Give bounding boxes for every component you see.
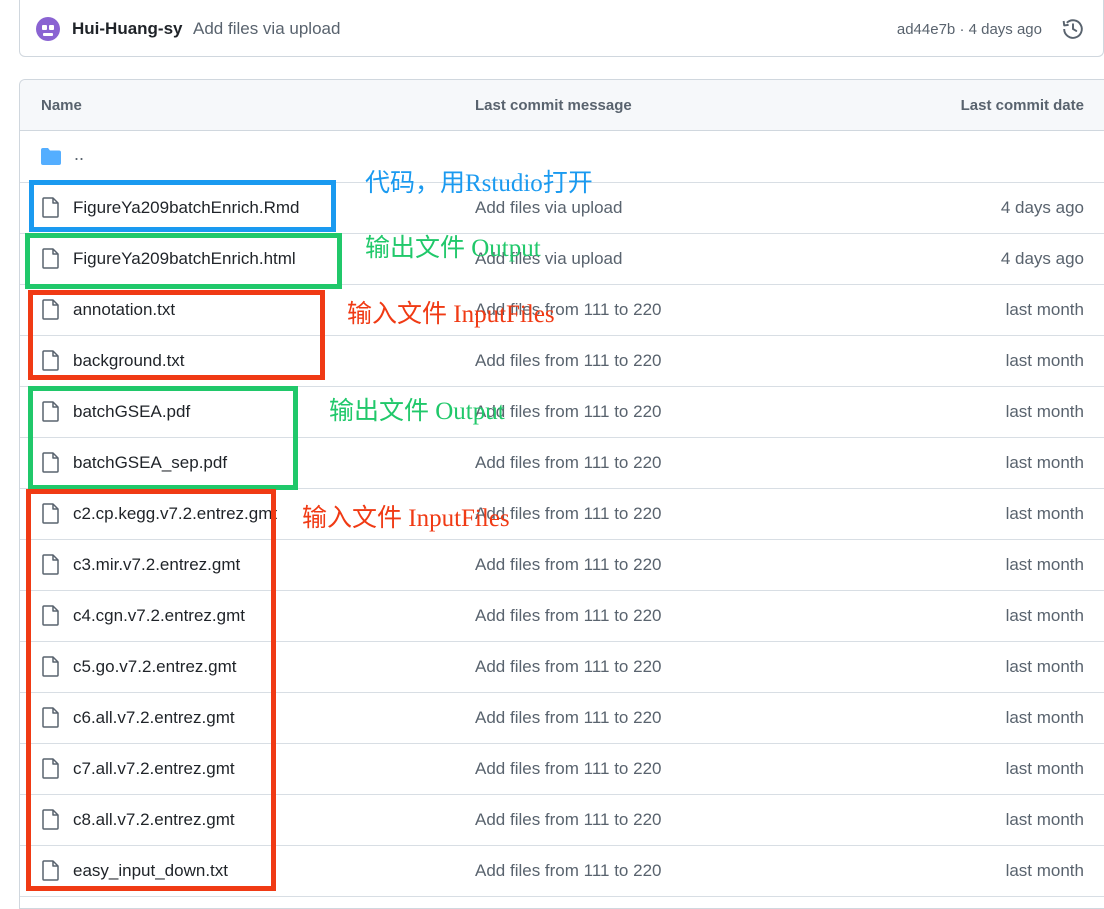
commit-date: last month — [1005, 861, 1084, 880]
commit-message-link[interactable]: Add files from 111 to 220 — [475, 555, 661, 575]
commit-date: last month — [1005, 810, 1084, 829]
commit-message-link[interactable]: Add files from 111 to 220 — [475, 657, 661, 677]
author-avatar[interactable] — [36, 17, 60, 41]
history-icon[interactable] — [1062, 18, 1084, 40]
column-header-name: Name — [41, 97, 82, 114]
commit-date: last month — [1005, 606, 1084, 625]
input-highlight-box-2 — [26, 489, 276, 891]
commit-date: 4 days ago — [1000, 249, 1084, 268]
commit-date: last month — [1005, 453, 1084, 472]
column-header-commit-date: Last commit date — [960, 97, 1084, 114]
commit-message-link[interactable]: Add files from 111 to 220 — [475, 759, 661, 779]
commit-message-link[interactable]: Add files via upload — [193, 19, 340, 39]
latest-commit-bar: Hui-Huang-sy Add files via upload ad44e7… — [19, 0, 1104, 57]
code-annotation: 代码，用Rstudio打开 — [365, 170, 593, 197]
input-annotation-2: 输入文件 InputFiles — [302, 505, 510, 532]
commit-author-link[interactable]: Hui-Huang-sy — [72, 19, 183, 39]
commit-message-link[interactable]: Add files from 111 to 220 — [475, 708, 661, 728]
table-header: Name Last commit message Last commit dat… — [20, 80, 1104, 131]
commit-date: last month — [1005, 351, 1084, 370]
column-header-commit-message: Last commit message — [475, 97, 632, 114]
commit-date: last month — [1005, 657, 1084, 676]
output-highlight-box-2 — [28, 386, 298, 490]
commit-date: last month — [1005, 555, 1084, 574]
input-highlight-box-1 — [28, 290, 325, 380]
code-highlight-box — [29, 180, 336, 232]
commit-message-link[interactable]: Add files from 111 to 220 — [475, 453, 661, 473]
commit-date: last month — [1005, 504, 1084, 523]
input-annotation-1: 输入文件 InputFiles — [347, 301, 555, 328]
commit-date: last month — [1005, 708, 1084, 727]
commit-message-link[interactable]: Add files from 111 to 220 — [475, 861, 661, 881]
output-annotation-1: 输出文件 Output — [365, 235, 541, 262]
commit-message-link[interactable]: Add files from 111 to 220 — [475, 810, 661, 830]
commit-message-link[interactable]: Add files from 111 to 220 — [475, 351, 661, 371]
commit-message-link[interactable]: Add files from 111 to 220 — [475, 606, 661, 626]
folder-icon — [41, 148, 61, 165]
commit-hash-and-time[interactable]: ad44e7b · 4 days ago — [897, 21, 1042, 38]
commit-date: last month — [1005, 300, 1084, 319]
commit-date: last month — [1005, 759, 1084, 778]
commit-message-link[interactable]: Add files via upload — [475, 198, 622, 218]
output-annotation-2: 输出文件 Output — [329, 398, 505, 425]
commit-date: last month — [1005, 402, 1084, 421]
output-highlight-box-1 — [25, 233, 342, 289]
commit-date: 4 days ago — [1000, 198, 1084, 217]
parent-directory-link[interactable]: .. — [74, 144, 84, 165]
